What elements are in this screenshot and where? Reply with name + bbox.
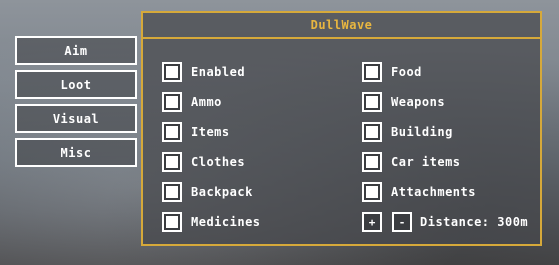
tab-visual[interactable]: Visual (15, 104, 137, 133)
car-items-label: Car items (391, 155, 461, 169)
backpack-checkbox[interactable] (162, 182, 182, 202)
option-food: Food (362, 57, 528, 87)
distance-label: Distance: 300m (420, 215, 529, 229)
tab-aim[interactable]: Aim (15, 36, 137, 65)
loot-panel: DullWave Enabled Ammo Items Clothes Back… (141, 11, 542, 246)
sidebar: Aim Loot Visual Misc (15, 36, 137, 168)
attachments-label: Attachments (391, 185, 476, 199)
clothes-checkbox[interactable] (162, 152, 182, 172)
weapons-checkbox[interactable] (362, 92, 382, 112)
enabled-label: Enabled (191, 65, 246, 79)
option-medicines: Medicines (162, 207, 261, 237)
items-label: Items (191, 125, 230, 139)
medicines-label: Medicines (191, 215, 261, 229)
items-checkbox[interactable] (162, 122, 182, 142)
building-label: Building (391, 125, 453, 139)
option-items: Items (162, 117, 261, 147)
ammo-label: Ammo (191, 95, 222, 109)
option-backpack: Backpack (162, 177, 261, 207)
weapons-label: Weapons (391, 95, 446, 109)
distance-increase-button[interactable]: + (362, 212, 382, 232)
distance-control: + - Distance: 300m (362, 207, 528, 237)
option-enabled: Enabled (162, 57, 261, 87)
panel-title: DullWave (143, 13, 540, 39)
option-building: Building (362, 117, 528, 147)
option-car-items: Car items (362, 147, 528, 177)
option-ammo: Ammo (162, 87, 261, 117)
food-label: Food (391, 65, 422, 79)
options-left-column: Enabled Ammo Items Clothes Backpack Medi… (162, 57, 261, 237)
medicines-checkbox[interactable] (162, 212, 182, 232)
option-weapons: Weapons (362, 87, 528, 117)
clothes-label: Clothes (191, 155, 246, 169)
car-items-checkbox[interactable] (362, 152, 382, 172)
food-checkbox[interactable] (362, 62, 382, 82)
ammo-checkbox[interactable] (162, 92, 182, 112)
option-clothes: Clothes (162, 147, 261, 177)
tab-loot[interactable]: Loot (15, 70, 137, 99)
option-attachments: Attachments (362, 177, 528, 207)
options-right-column: Food Weapons Building Car items Attachme… (362, 57, 528, 237)
backpack-label: Backpack (191, 185, 253, 199)
tab-misc[interactable]: Misc (15, 138, 137, 167)
attachments-checkbox[interactable] (362, 182, 382, 202)
enabled-checkbox[interactable] (162, 62, 182, 82)
building-checkbox[interactable] (362, 122, 382, 142)
distance-decrease-button[interactable]: - (392, 212, 412, 232)
